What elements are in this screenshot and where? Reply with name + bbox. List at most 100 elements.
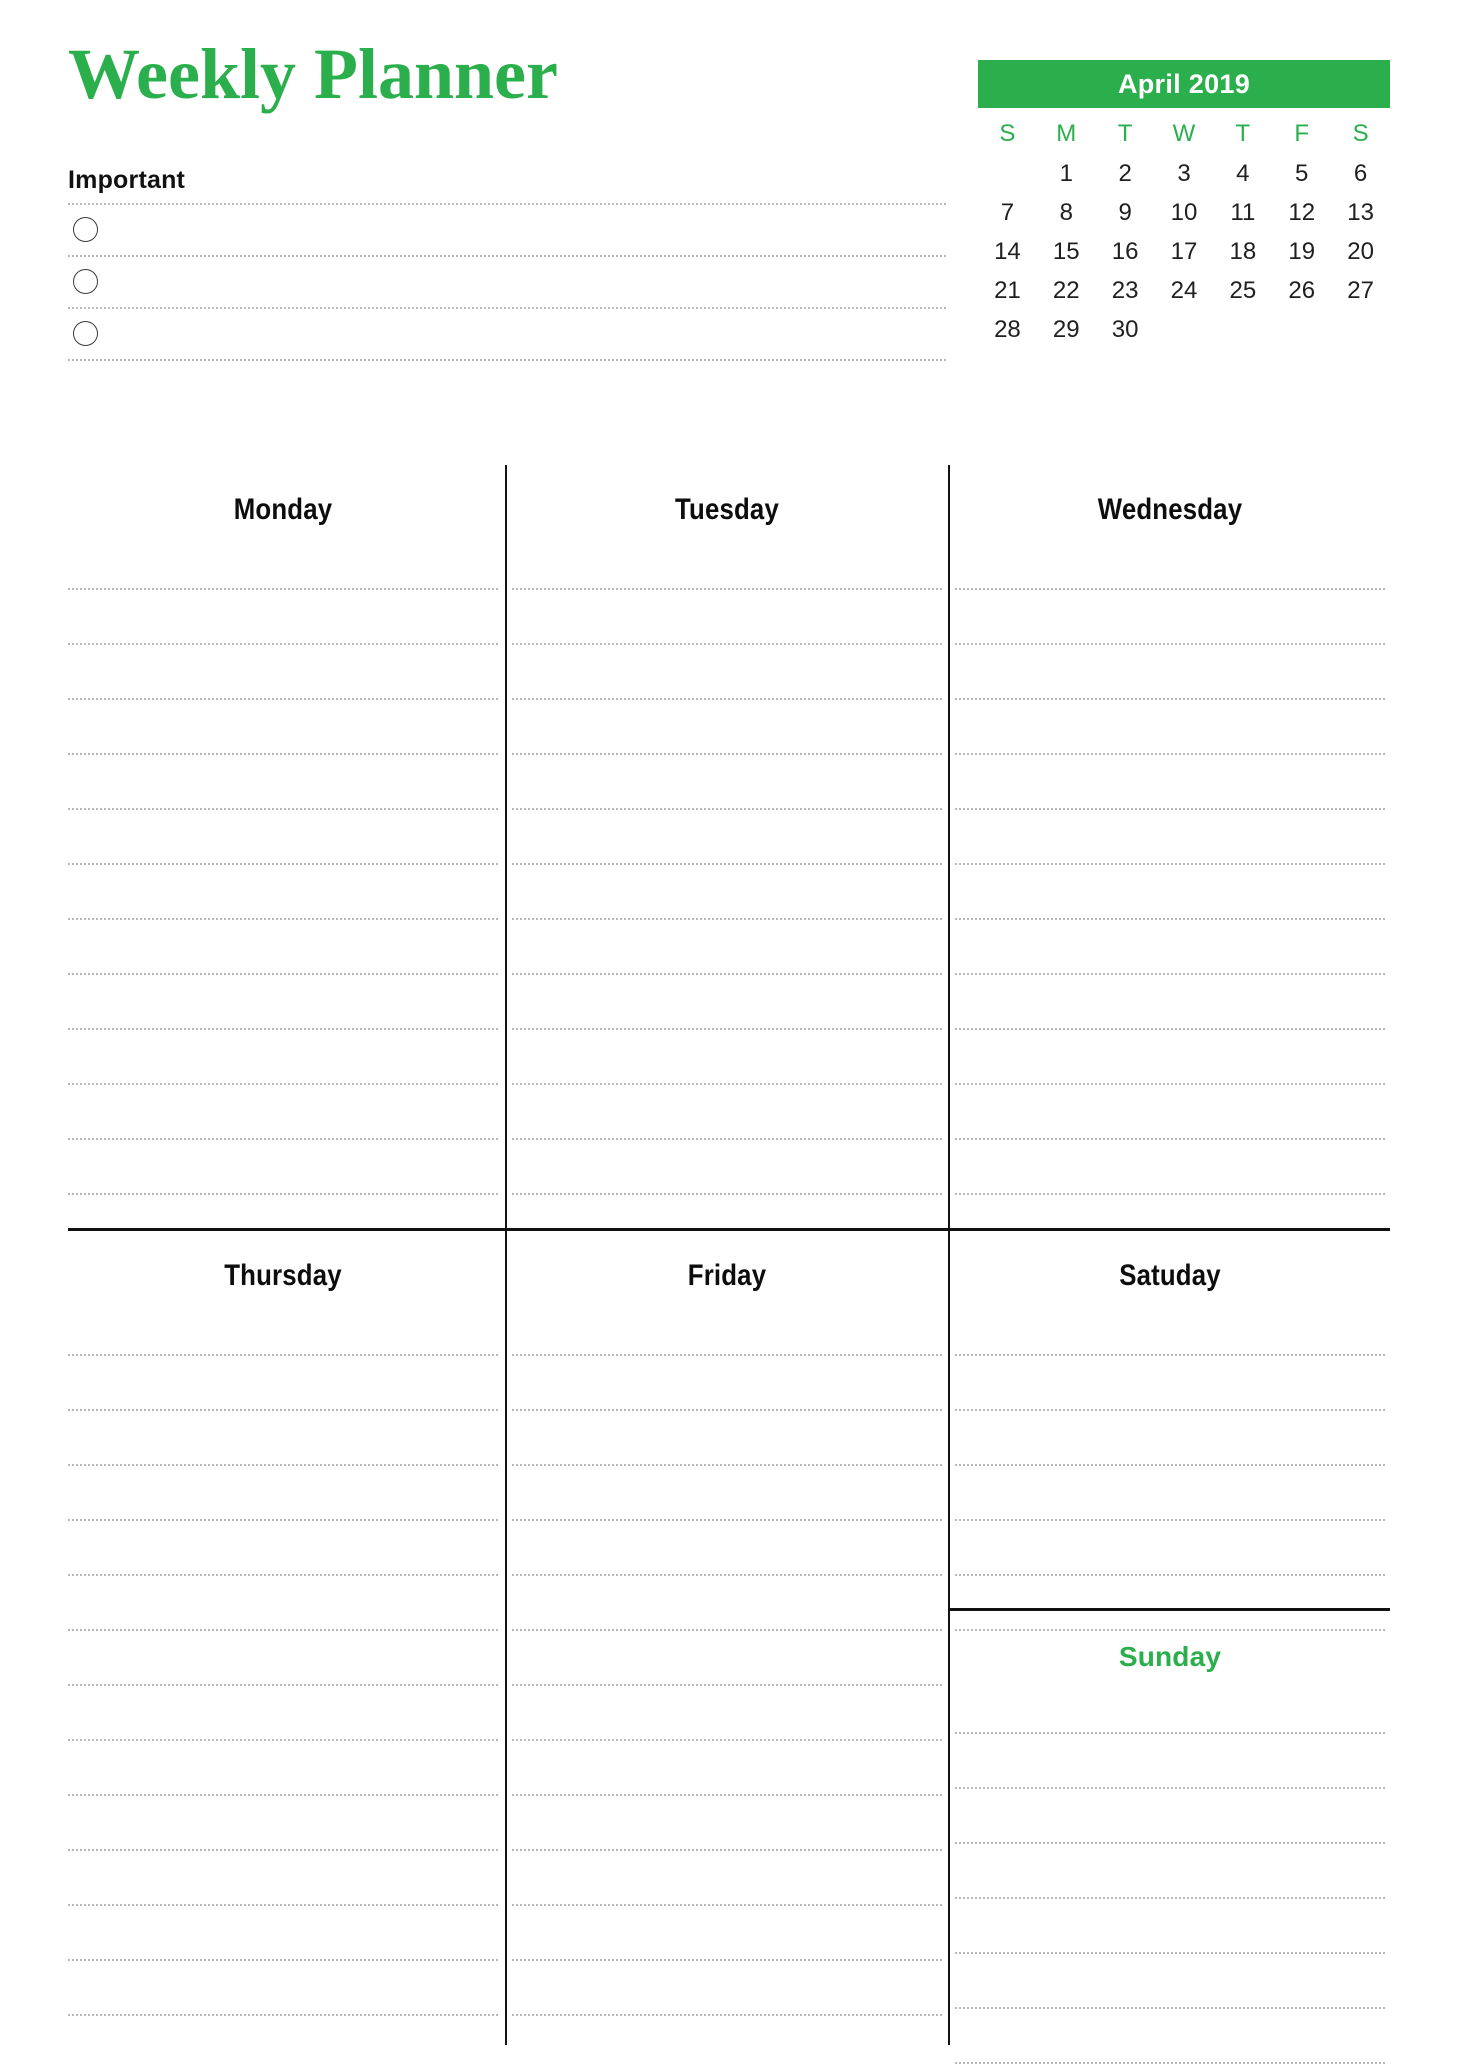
important-writing-line: [68, 359, 946, 361]
calendar-dow: W: [1172, 120, 1196, 147]
calendar-date[interactable]: 17: [1155, 232, 1214, 271]
day-label-thursday: Thursday: [224, 1259, 342, 1292]
calendar-date[interactable]: [978, 154, 1037, 193]
calendar-date[interactable]: 3: [1155, 154, 1214, 193]
calendar-date[interactable]: 25: [1213, 271, 1272, 310]
calendar-date[interactable]: 2: [1096, 154, 1155, 193]
calendar-date[interactable]: 20: [1331, 232, 1390, 271]
writing-line: [68, 1684, 498, 1686]
important-row[interactable]: [68, 257, 946, 309]
writing-line: [955, 1354, 1385, 1356]
calendar-date[interactable]: 8: [1037, 193, 1096, 232]
calendar-date[interactable]: 12: [1272, 193, 1331, 232]
calendar-date[interactable]: 24: [1155, 271, 1214, 310]
column-divider-1: [505, 465, 507, 2045]
writing-line: [955, 863, 1385, 865]
calendar-date[interactable]: 13: [1331, 193, 1390, 232]
writing-line: [512, 1849, 942, 1851]
calendar-date[interactable]: 15: [1037, 232, 1096, 271]
writing-line: [512, 1409, 942, 1411]
writing-line: [68, 1849, 498, 1851]
calendar-date[interactable]: 18: [1213, 232, 1272, 271]
day-label-monday: Monday: [233, 493, 333, 526]
calendar-date[interactable]: 23: [1096, 271, 1155, 310]
writing-line: [512, 973, 942, 975]
calendar-date[interactable]: [1155, 310, 1214, 349]
writing-line: [512, 753, 942, 755]
calendar-date[interactable]: [1331, 310, 1390, 349]
calendar-dow: M: [1056, 120, 1077, 147]
day-lines-sunday[interactable]: [955, 1673, 1385, 2064]
day-lines-wednesday[interactable]: [955, 527, 1385, 1195]
writing-line: [955, 1842, 1385, 1844]
circle-checkbox-icon[interactable]: [73, 217, 98, 242]
calendar-month-title: April 2019: [978, 60, 1390, 108]
calendar-date[interactable]: 4: [1213, 154, 1272, 193]
writing-line: [512, 1629, 942, 1631]
calendar-date[interactable]: 19: [1272, 232, 1331, 271]
writing-line: [955, 1732, 1385, 1734]
writing-line: [955, 1409, 1385, 1411]
writing-line: [68, 2014, 498, 2016]
writing-line: [512, 2014, 942, 2016]
writing-line: [68, 863, 498, 865]
calendar-date[interactable]: 9: [1096, 193, 1155, 232]
calendar-date[interactable]: 30: [1096, 310, 1155, 349]
calendar-date[interactable]: 7: [978, 193, 1037, 232]
writing-line: [512, 1354, 942, 1356]
calendar-dow: S: [1352, 120, 1369, 147]
writing-line: [68, 1354, 498, 1356]
important-section: Important: [68, 168, 946, 361]
writing-line: [955, 588, 1385, 590]
calendar-date[interactable]: 28: [978, 310, 1037, 349]
writing-line: [955, 2062, 1385, 2064]
calendar-date[interactable]: 21: [978, 271, 1037, 310]
calendar-date[interactable]: 16: [1096, 232, 1155, 271]
day-lines-monday[interactable]: [68, 527, 498, 1195]
page-title: Weekly Planner: [68, 34, 558, 114]
writing-line: [512, 588, 942, 590]
writing-line: [512, 918, 942, 920]
writing-line: [68, 918, 498, 920]
writing-line: [512, 1959, 942, 1961]
day-lines-tuesday[interactable]: [512, 527, 942, 1195]
writing-line: [68, 1138, 498, 1140]
writing-line: [68, 588, 498, 590]
calendar-date[interactable]: 1: [1037, 154, 1096, 193]
calendar-date[interactable]: 27: [1331, 271, 1390, 310]
day-label-friday: Friday: [687, 1259, 767, 1292]
writing-line: [955, 2007, 1385, 2009]
writing-line: [68, 1083, 498, 1085]
circle-checkbox-icon[interactable]: [73, 321, 98, 346]
calendar-date[interactable]: 6: [1331, 154, 1390, 193]
writing-line: [512, 1739, 942, 1741]
calendar-date[interactable]: 14: [978, 232, 1037, 271]
writing-line: [68, 1794, 498, 1796]
writing-line: [68, 1904, 498, 1906]
calendar-date[interactable]: 22: [1037, 271, 1096, 310]
writing-line: [68, 1629, 498, 1631]
writing-line: [955, 1138, 1385, 1140]
calendar-date[interactable]: [1272, 310, 1331, 349]
calendar-date[interactable]: 29: [1037, 310, 1096, 349]
writing-line: [955, 1083, 1385, 1085]
calendar-date[interactable]: 10: [1155, 193, 1214, 232]
calendar-dow: S: [999, 120, 1016, 147]
day-lines-thursday[interactable]: [68, 1293, 498, 2016]
calendar-date[interactable]: 26: [1272, 271, 1331, 310]
circle-checkbox-icon[interactable]: [73, 269, 98, 294]
day-lines-saturday[interactable]: [955, 1293, 1385, 1631]
writing-line: [955, 918, 1385, 920]
day-lines-friday[interactable]: [512, 1293, 942, 2016]
important-row[interactable]: [68, 309, 946, 361]
day-column-friday: Friday: [512, 1231, 942, 2016]
writing-line: [68, 1028, 498, 1030]
calendar-dow: T: [1235, 120, 1251, 147]
calendar-date[interactable]: [1213, 310, 1272, 349]
planner-page: Weekly Planner Important April 2019 S M …: [0, 0, 1457, 2067]
calendar-date[interactable]: 5: [1272, 154, 1331, 193]
calendar-date[interactable]: 11: [1213, 193, 1272, 232]
writing-line: [68, 1959, 498, 1961]
important-row[interactable]: [68, 205, 946, 257]
calendar-dow: F: [1294, 120, 1310, 147]
